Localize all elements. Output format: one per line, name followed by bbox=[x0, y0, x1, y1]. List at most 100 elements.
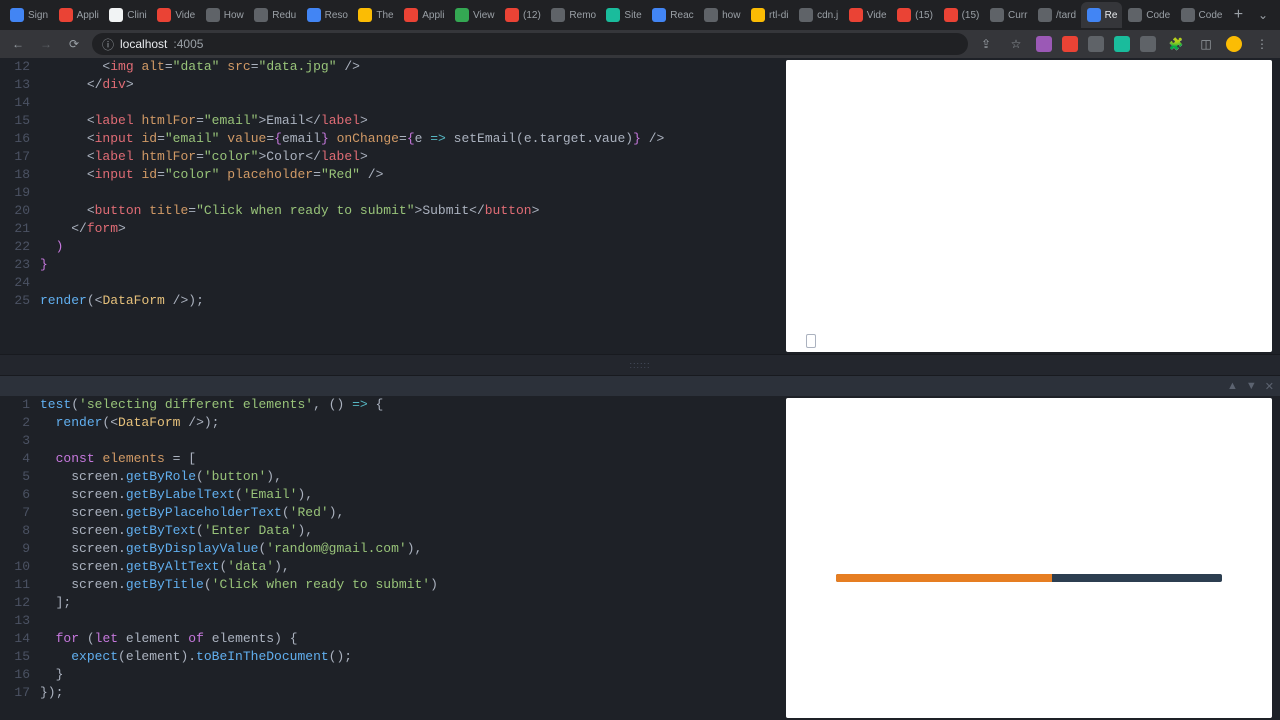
browser-tab[interactable]: (12) bbox=[499, 2, 545, 28]
code-content[interactable]: screen.getByDisplayValue('random@gmail.c… bbox=[40, 540, 784, 558]
code-content[interactable]: <button title="Click when ready to submi… bbox=[40, 202, 784, 220]
code-content[interactable] bbox=[40, 94, 784, 112]
browser-tab[interactable]: cdn.j bbox=[793, 2, 843, 28]
code-content[interactable]: <input id="color" placeholder="Red" /> bbox=[40, 166, 784, 184]
extension-icon[interactable] bbox=[1114, 36, 1130, 52]
browser-tab[interactable]: Redu bbox=[248, 2, 300, 28]
code-line[interactable]: 22 ) bbox=[0, 238, 784, 256]
horizontal-splitter[interactable]: :::::: bbox=[0, 354, 1280, 376]
browser-tab[interactable]: rtl-di bbox=[745, 2, 793, 28]
code-line[interactable]: 21 </form> bbox=[0, 220, 784, 238]
side-panel-icon[interactable]: ◫ bbox=[1196, 34, 1216, 54]
panel-down-button[interactable]: ▼ bbox=[1246, 380, 1257, 392]
code-line[interactable]: 2 render(<DataForm />); bbox=[0, 414, 784, 432]
forward-button[interactable]: → bbox=[36, 34, 56, 54]
code-content[interactable]: ]; bbox=[40, 594, 784, 612]
code-line[interactable]: 17 <label htmlFor="color">Color</label> bbox=[0, 148, 784, 166]
code-editor-bottom[interactable]: 1test('selecting different elements', ()… bbox=[0, 396, 784, 720]
browser-tab[interactable]: Vide bbox=[843, 2, 891, 28]
code-line[interactable]: 14 for (let element of elements) { bbox=[0, 630, 784, 648]
profile-avatar[interactable] bbox=[1226, 36, 1242, 52]
extension-icon[interactable] bbox=[1036, 36, 1052, 52]
code-content[interactable]: screen.getByTitle('Click when ready to s… bbox=[40, 576, 784, 594]
browser-tab[interactable]: Code bbox=[1122, 2, 1174, 28]
code-content[interactable]: screen.getByPlaceholderText('Red'), bbox=[40, 504, 784, 522]
browser-tab[interactable]: Reac bbox=[646, 2, 698, 28]
code-line[interactable]: 20 <button title="Click when ready to su… bbox=[0, 202, 784, 220]
code-content[interactable]: }); bbox=[40, 684, 784, 702]
code-content[interactable] bbox=[40, 184, 784, 202]
browser-tab[interactable]: The bbox=[352, 2, 398, 28]
code-content[interactable]: } bbox=[40, 666, 784, 684]
code-content[interactable]: } bbox=[40, 256, 784, 274]
code-line[interactable]: 17}); bbox=[0, 684, 784, 702]
browser-tab[interactable]: Sign bbox=[4, 2, 53, 28]
code-line[interactable]: 8 screen.getByText('Enter Data'), bbox=[0, 522, 784, 540]
reload-button[interactable]: ⟳ bbox=[64, 34, 84, 54]
code-content[interactable] bbox=[40, 432, 784, 450]
share-icon[interactable]: ⇪ bbox=[976, 34, 996, 54]
code-content[interactable]: const elements = [ bbox=[40, 450, 784, 468]
browser-tab[interactable]: View bbox=[449, 2, 499, 28]
browser-tab[interactable]: (15) bbox=[891, 2, 937, 28]
browser-tab[interactable]: Appli bbox=[398, 2, 449, 28]
code-content[interactable]: render(<DataForm />); bbox=[40, 414, 784, 432]
code-line[interactable]: 15 expect(element).toBeInTheDocument(); bbox=[0, 648, 784, 666]
code-line[interactable]: 23} bbox=[0, 256, 784, 274]
code-line[interactable]: 12 <img alt="data" src="data.jpg" /> bbox=[0, 58, 784, 76]
code-line[interactable]: 1test('selecting different elements', ()… bbox=[0, 396, 784, 414]
code-line[interactable]: 13 bbox=[0, 612, 784, 630]
code-line[interactable]: 14 bbox=[0, 94, 784, 112]
browser-tab[interactable]: Remo bbox=[545, 2, 600, 28]
code-content[interactable]: ) bbox=[40, 238, 784, 256]
code-line[interactable]: 11 screen.getByTitle('Click when ready t… bbox=[0, 576, 784, 594]
code-line[interactable]: 13 </div> bbox=[0, 76, 784, 94]
code-content[interactable]: for (let element of elements) { bbox=[40, 630, 784, 648]
extension-icon[interactable] bbox=[1062, 36, 1078, 52]
site-info-icon[interactable]: ⓘ bbox=[102, 36, 114, 53]
new-tab-button[interactable]: + bbox=[1227, 3, 1250, 27]
code-line[interactable]: 16 <input id="email" value={email} onCha… bbox=[0, 130, 784, 148]
code-content[interactable]: <img alt="data" src="data.jpg" /> bbox=[40, 58, 784, 76]
code-line[interactable]: 7 screen.getByPlaceholderText('Red'), bbox=[0, 504, 784, 522]
browser-tab[interactable]: /tard bbox=[1032, 2, 1081, 28]
bookmark-icon[interactable]: ☆ bbox=[1006, 34, 1026, 54]
code-content[interactable]: screen.getByAltText('data'), bbox=[40, 558, 784, 576]
extension-icon[interactable] bbox=[1088, 36, 1104, 52]
browser-tab[interactable]: Vide bbox=[151, 2, 199, 28]
code-content[interactable]: render(<DataForm />); bbox=[40, 292, 784, 310]
code-line[interactable]: 15 <label htmlFor="email">Email</label> bbox=[0, 112, 784, 130]
code-line[interactable]: 18 <input id="color" placeholder="Red" /… bbox=[0, 166, 784, 184]
code-line[interactable]: 3 bbox=[0, 432, 784, 450]
extension-icon[interactable] bbox=[1140, 36, 1156, 52]
panel-close-button[interactable]: ✕ bbox=[1265, 380, 1274, 393]
code-content[interactable]: <label htmlFor="color">Color</label> bbox=[40, 148, 784, 166]
browser-tab[interactable]: How bbox=[200, 2, 249, 28]
code-line[interactable]: 4 const elements = [ bbox=[0, 450, 784, 468]
browser-tab[interactable]: Curr bbox=[984, 2, 1032, 28]
code-line[interactable]: 6 screen.getByLabelText('Email'), bbox=[0, 486, 784, 504]
extensions-menu-icon[interactable]: 🧩 bbox=[1166, 34, 1186, 54]
code-content[interactable]: screen.getByText('Enter Data'), bbox=[40, 522, 784, 540]
code-line[interactable]: 5 screen.getByRole('button'), bbox=[0, 468, 784, 486]
code-content[interactable]: screen.getByRole('button'), bbox=[40, 468, 784, 486]
code-line[interactable]: 16 } bbox=[0, 666, 784, 684]
code-line[interactable]: 25render(<DataForm />); bbox=[0, 292, 784, 310]
browser-tab[interactable]: Appli bbox=[53, 2, 104, 28]
code-line[interactable]: 24 bbox=[0, 274, 784, 292]
back-button[interactable]: ← bbox=[8, 34, 28, 54]
browser-tab[interactable]: Clini bbox=[103, 2, 151, 28]
browser-tab[interactable]: Site bbox=[600, 2, 646, 28]
code-content[interactable]: </form> bbox=[40, 220, 784, 238]
browser-tab[interactable]: how bbox=[698, 2, 745, 28]
code-content[interactable]: <input id="email" value={email} onChange… bbox=[40, 130, 784, 148]
browser-tab[interactable]: Code bbox=[1175, 2, 1227, 28]
browser-tab[interactable]: Re bbox=[1081, 2, 1123, 28]
code-content[interactable]: screen.getByLabelText('Email'), bbox=[40, 486, 784, 504]
code-content[interactable] bbox=[40, 612, 784, 630]
tab-overflow-chevron-icon[interactable]: ⌄ bbox=[1250, 8, 1276, 22]
address-bar[interactable]: ⓘ localhost:4005 bbox=[92, 33, 968, 55]
code-line[interactable]: 12 ]; bbox=[0, 594, 784, 612]
code-content[interactable] bbox=[40, 274, 784, 292]
code-line[interactable]: 9 screen.getByDisplayValue('random@gmail… bbox=[0, 540, 784, 558]
